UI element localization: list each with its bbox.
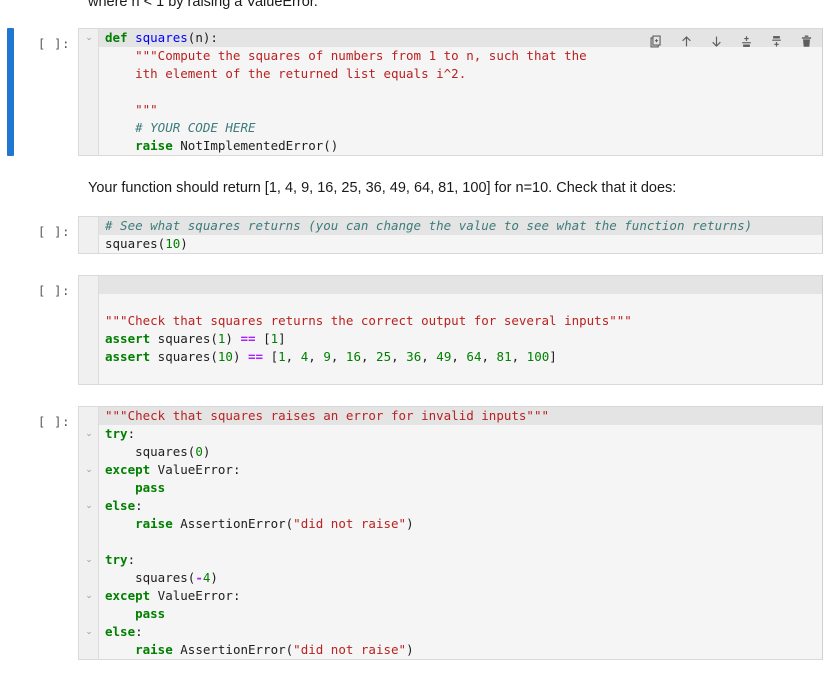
code-line: raise AssertionError("did not raise") (135, 515, 414, 531)
chevron-down-icon[interactable]: ⌄ (84, 551, 94, 569)
code-line: # YOUR CODE HERE (105, 120, 256, 136)
code-editor[interactable]: """Check that squares raises an error fo… (99, 406, 822, 659)
code-line: else: (105, 623, 143, 639)
code-line: """Check that squares returns the correc… (105, 312, 632, 328)
code-line: try: (105, 551, 136, 567)
code-line: ith element of the returned list equals … (105, 66, 467, 82)
markdown-cell-clipped[interactable]: where n < 1 by raising a ValueError. (0, 0, 823, 13)
cell-execution-prompt: [ ]: (37, 223, 70, 239)
chevron-down-icon[interactable]: ⌄ (84, 29, 94, 47)
chevron-down-icon[interactable]: ⌄ (84, 623, 94, 641)
code-cell[interactable]: [ ]: ⌄ ⌄ ⌄ ⌄ ⌄ ⌄ """Check that squares raises a… (0, 405, 823, 660)
code-line: # See what squares returns (you can chan… (99, 216, 822, 235)
markdown-paragraph: Your function should return [1, 4, 9, 16… (88, 180, 677, 197)
delete-cell-icon[interactable] (798, 33, 815, 50)
code-cell[interactable]: [ ]: ⌄ def squares(n): """Compute the squa… (0, 28, 823, 157)
code-line: else: (105, 497, 143, 513)
code-line: squares(0) (105, 443, 211, 459)
cell-execution-prompt: [ ]: (37, 282, 70, 298)
code-fold-gutter: ⌄ ⌄ ⌄ ⌄ ⌄ ⌄ (79, 406, 99, 659)
code-line: squares(10) (105, 235, 188, 251)
cell-spacer (0, 254, 823, 275)
chevron-down-icon[interactable]: ⌄ (84, 425, 94, 443)
cell-selection-bar (7, 28, 14, 157)
code-editor[interactable]: """Check that squares returns the correc… (99, 275, 822, 384)
code-fold-gutter (79, 216, 99, 253)
code-fold-gutter: ⌄ (79, 29, 99, 156)
markdown-paragraph: where n < 1 by raising a ValueError. (88, 0, 318, 10)
code-cell[interactable]: [ ]: """Check that squares returns the co… (0, 274, 823, 385)
cell-spacer (0, 385, 823, 406)
code-line: pass (135, 479, 166, 495)
code-line: squares(-4) (105, 569, 218, 585)
move-cell-up-icon[interactable] (678, 33, 695, 50)
code-cell[interactable]: [ ]: # See what squares returns (you can … (0, 215, 823, 254)
cell-input-area[interactable]: """Check that squares returns the correc… (78, 274, 823, 385)
code-line: except ValueError: (105, 587, 241, 603)
cell-spacer (0, 660, 823, 681)
code-fold-gutter (79, 275, 99, 384)
cell-spacer (0, 200, 823, 216)
chevron-down-icon[interactable]: ⌄ (84, 587, 94, 605)
code-line: assert squares(1) == [1] (105, 330, 286, 346)
cell-spacer (0, 156, 823, 177)
code-line (99, 275, 822, 294)
code-line: raise NotImplementedError() (135, 138, 339, 154)
chevron-down-icon[interactable]: ⌄ (84, 497, 94, 515)
chevron-down-icon[interactable]: ⌄ (84, 461, 94, 479)
code-line: """Check that squares raises an error fo… (99, 406, 822, 425)
code-line: except ValueError: (105, 461, 241, 477)
move-cell-down-icon[interactable] (708, 33, 725, 50)
markdown-cell[interactable]: Your function should return [1, 4, 9, 16… (0, 177, 823, 199)
notebook-document: where n < 1 by raising a ValueError. [ ]:… (0, 0, 823, 660)
insert-cell-below-icon[interactable] (768, 33, 785, 50)
cell-execution-prompt: [ ]: (37, 413, 70, 429)
code-line: try: (105, 425, 136, 441)
code-line: assert squares(10) == [1, 4, 9, 16, 25, … (105, 348, 557, 364)
cell-input-area[interactable]: ⌄ ⌄ ⌄ ⌄ ⌄ ⌄ """Check that squares raises an er… (78, 405, 823, 660)
cell-input-area[interactable]: # See what squares returns (you can chan… (78, 215, 823, 254)
cell-spacer (0, 13, 823, 28)
insert-cell-above-icon[interactable] (738, 33, 755, 50)
code-line: pass (135, 605, 166, 621)
cell-toolbar (648, 33, 815, 50)
duplicate-cell-icon[interactable] (648, 33, 665, 50)
cell-input-area[interactable]: ⌄ def squares(n): """Compute the squares … (78, 28, 823, 157)
code-line: """ (105, 102, 158, 118)
code-editor[interactable]: # See what squares returns (you can chan… (99, 216, 822, 253)
